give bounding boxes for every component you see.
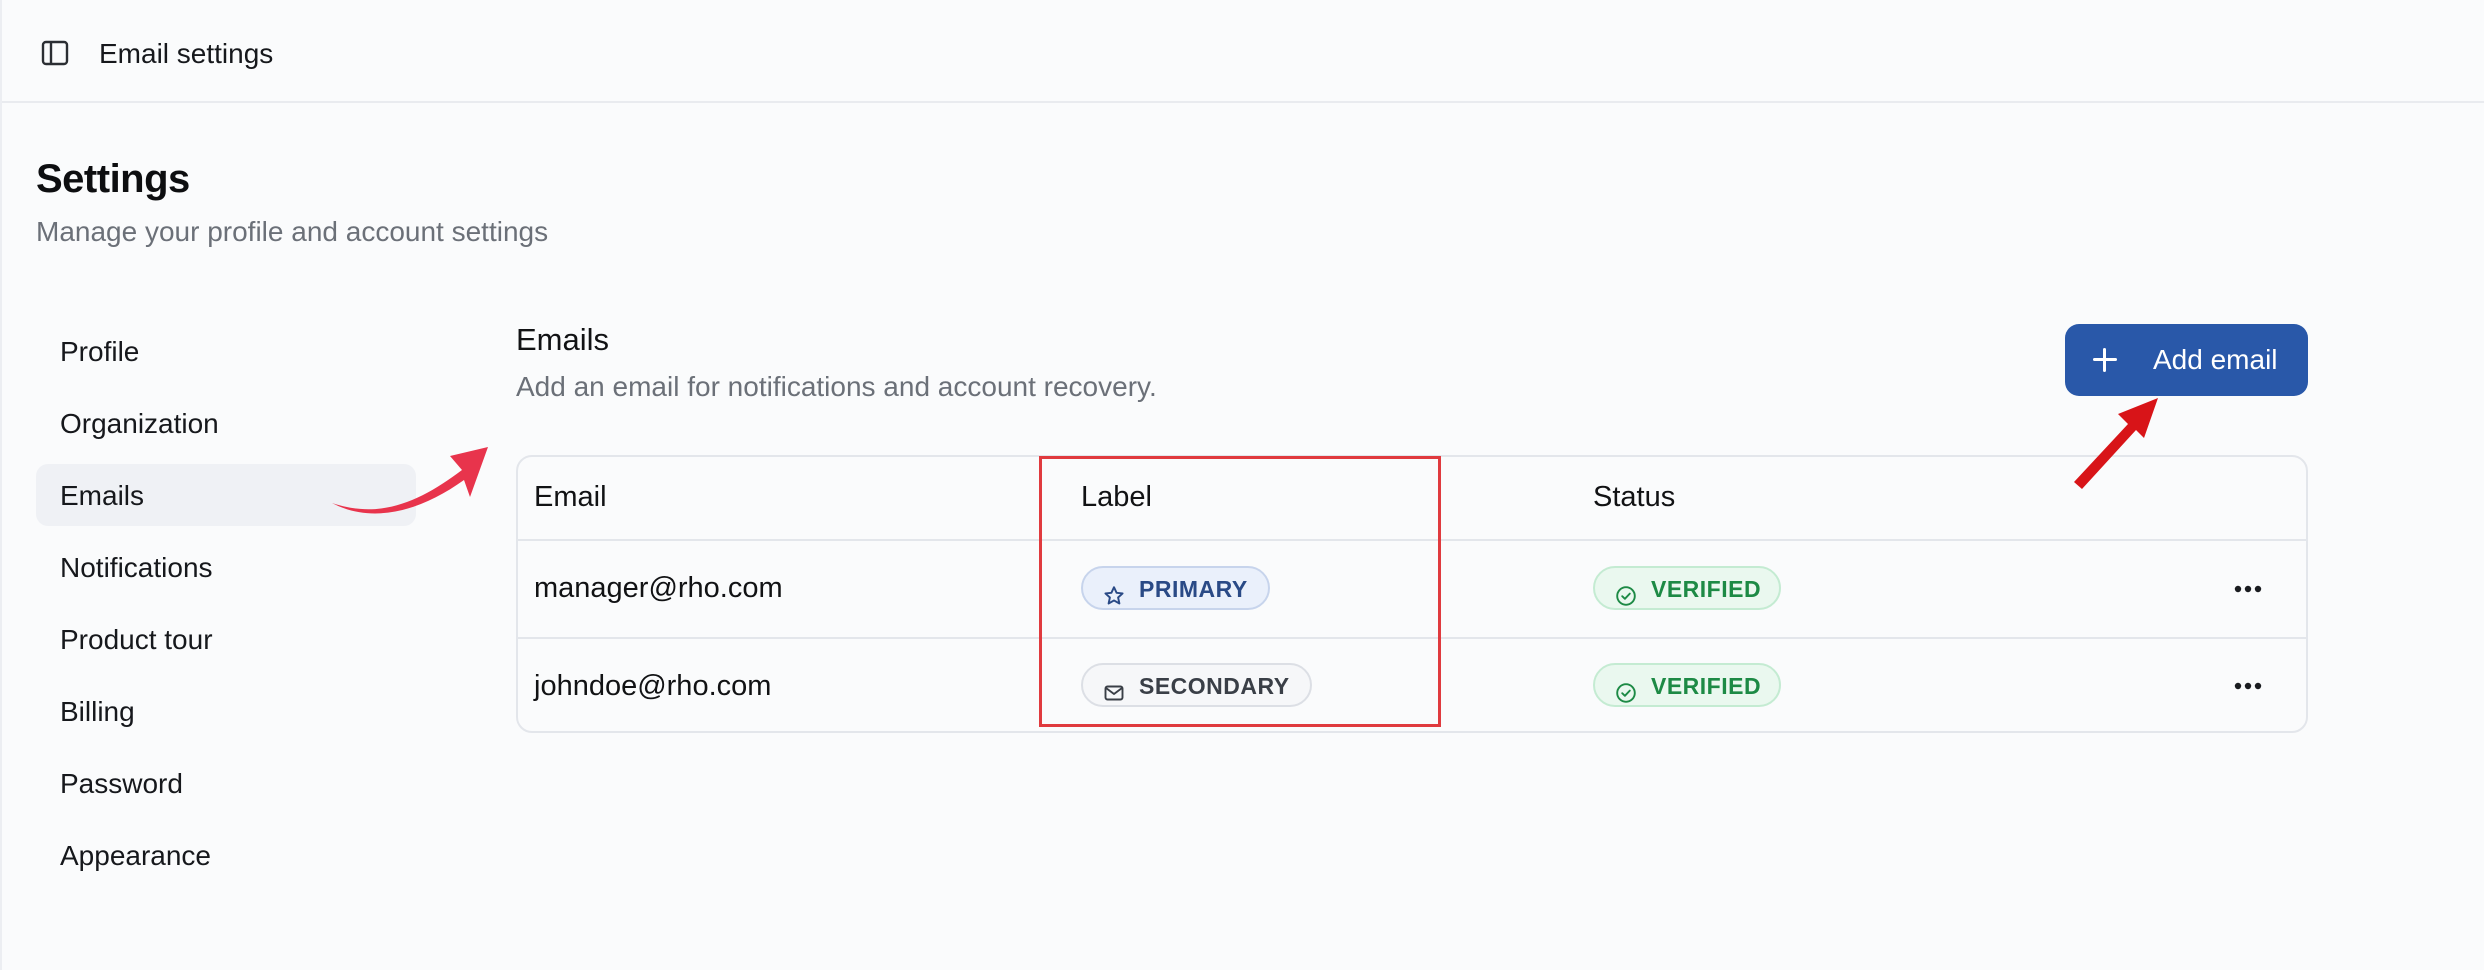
nav-item-password[interactable]: Password (36, 752, 416, 814)
sidebar-toggle-icon[interactable] (40, 38, 70, 68)
add-email-label: Add email (2153, 344, 2278, 375)
page-subtitle: Manage your profile and account settings (36, 216, 549, 247)
status-badge-verified: VERIFIED (1593, 663, 1781, 707)
nav-item-billing[interactable]: Billing (36, 680, 416, 742)
more-actions-icon[interactable] (2230, 671, 2266, 701)
topbar-title: Email settings (99, 38, 274, 69)
status-text: VERIFIED (1651, 673, 1762, 699)
nav-item-label: Organization (60, 408, 219, 439)
nav-item-appearance[interactable]: Appearance (36, 824, 416, 886)
more-actions-icon[interactable] (2230, 574, 2266, 604)
check-circle-icon (1615, 579, 1637, 606)
add-email-button[interactable]: Add email (2065, 324, 2308, 396)
nav-item-product-tour[interactable]: Product tour (36, 608, 416, 670)
section-title: Emails (516, 322, 610, 357)
nav-item-label: Emails (60, 480, 145, 511)
top-bar: Email settings (2, 0, 2484, 103)
nav-item-organization[interactable]: Organization (36, 392, 416, 454)
nav-item-profile[interactable]: Profile (36, 320, 416, 382)
nav-item-label: Appearance (60, 840, 212, 871)
nav-item-emails[interactable]: Emails (36, 464, 416, 526)
status-text: VERIFIED (1651, 576, 1762, 602)
nav-item-label: Profile (60, 336, 140, 367)
page-title: Settings (36, 157, 190, 201)
email-address: johndoe@rho.com (534, 670, 772, 702)
settings-app: Email settings Settings Manage your prof… (0, 0, 2484, 970)
plus-icon (2091, 346, 2119, 374)
nav-item-label: Product tour (60, 624, 213, 655)
nav-item-label: Password (60, 768, 183, 799)
nav-item-label: Notifications (60, 552, 213, 583)
column-header-email: Email (534, 481, 607, 513)
check-circle-icon (1615, 676, 1637, 703)
nav-item-notifications[interactable]: Notifications (36, 536, 416, 598)
status-badge-verified: VERIFIED (1593, 566, 1781, 610)
section-description: Add an email for notifications and accou… (516, 371, 1157, 402)
column-header-status: Status (1593, 481, 1676, 513)
nav-item-label: Billing (60, 696, 135, 727)
label-column-highlight (1039, 456, 1441, 727)
email-address: manager@rho.com (534, 572, 783, 604)
